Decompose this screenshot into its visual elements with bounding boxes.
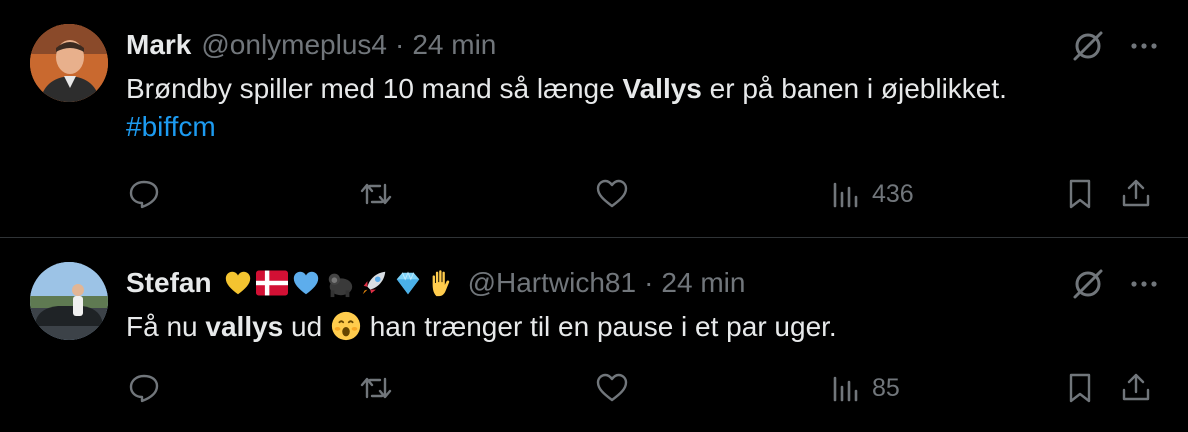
- share-button[interactable]: [1118, 174, 1154, 214]
- views-button[interactable]: 436: [828, 174, 914, 214]
- separator: ·: [644, 267, 654, 298]
- tweet-text-bold: vallys: [205, 311, 284, 342]
- tweet-text-part: Brøndby spiller med 10 mand så længe: [126, 73, 623, 104]
- more-options-icon[interactable]: [1124, 266, 1164, 302]
- denmark-flag-icon: [255, 267, 288, 299]
- views-icon: [833, 182, 858, 208]
- action-bar: 436: [126, 174, 1164, 214]
- share-button[interactable]: [1118, 368, 1154, 408]
- tweet-header: Mark @onlymeplus4 · 24 min: [126, 28, 1048, 62]
- heart-icon: [596, 373, 628, 402]
- hashtag-link[interactable]: #biffcm: [126, 108, 1106, 146]
- tweet-text-part: han trænger til en pause i et par uger.: [361, 311, 837, 342]
- rocket-icon: [358, 267, 390, 299]
- views-count: 85: [872, 373, 900, 402]
- like-button[interactable]: [594, 368, 630, 408]
- tweet-text-part: Få nu: [126, 311, 206, 342]
- views-icon: [833, 376, 858, 402]
- share-icon: [1122, 373, 1150, 401]
- reply-icon: [129, 374, 159, 403]
- grok-icon[interactable]: [1070, 28, 1106, 64]
- tweet-text: Brøndby spiller med 10 mand så længe Val…: [126, 70, 1106, 146]
- reply-button[interactable]: [126, 368, 162, 408]
- yellow-heart-icon: [222, 267, 254, 299]
- share-icon: [1122, 179, 1150, 207]
- more-options-icon[interactable]: [1124, 28, 1164, 64]
- bookmark-button[interactable]: [1062, 368, 1098, 408]
- avatar[interactable]: [30, 262, 108, 340]
- timestamp[interactable]: 24 min: [412, 28, 496, 62]
- user-name[interactable]: Mark: [126, 28, 191, 62]
- name-emojis: [222, 267, 458, 299]
- heart-icon: [596, 179, 628, 208]
- views-button[interactable]: 85: [828, 368, 900, 408]
- retweet-button[interactable]: [358, 174, 394, 214]
- timestamp[interactable]: 24 min: [661, 266, 745, 300]
- avatar[interactable]: [30, 24, 108, 102]
- bookmark-icon: [1069, 179, 1091, 209]
- tweet[interactable]: Mark @onlymeplus4 · 24 min Brøndby spill…: [0, 0, 1188, 238]
- blue-heart-icon: [290, 267, 322, 299]
- face-exhaling-icon: [330, 310, 362, 342]
- user-handle[interactable]: @onlymeplus4: [201, 28, 387, 62]
- retweet-icon: [360, 377, 392, 399]
- action-bar: 85: [126, 368, 1164, 408]
- tweet-text-bold: Vallys: [622, 73, 702, 104]
- bookmark-icon: [1069, 373, 1091, 403]
- retweet-icon: [360, 183, 392, 205]
- tweet-text: Få nu vallys ud han trænger til en pause…: [126, 308, 1106, 346]
- tweet[interactable]: Stefan @Hartwich81 · 24 min Få nu vallys…: [0, 238, 1188, 432]
- gem-icon: [392, 267, 424, 299]
- tweet-header: Stefan @Hartwich81 · 24 min: [126, 266, 1048, 300]
- like-button[interactable]: [594, 174, 630, 214]
- raised-hand-icon: [426, 267, 458, 299]
- gorilla-icon: [324, 267, 356, 299]
- tweet-text-part: ud: [283, 311, 330, 342]
- tweet-text-part: er på banen i øjeblikket.: [701, 73, 1007, 104]
- separator: ·: [395, 29, 405, 60]
- grok-icon[interactable]: [1070, 266, 1106, 302]
- reply-icon: [129, 180, 159, 209]
- retweet-button[interactable]: [358, 368, 394, 408]
- bookmark-button[interactable]: [1062, 174, 1098, 214]
- views-count: 436: [872, 179, 914, 208]
- user-name[interactable]: Stefan: [126, 266, 212, 300]
- reply-button[interactable]: [126, 174, 162, 214]
- user-handle[interactable]: @Hartwich81: [468, 266, 636, 300]
